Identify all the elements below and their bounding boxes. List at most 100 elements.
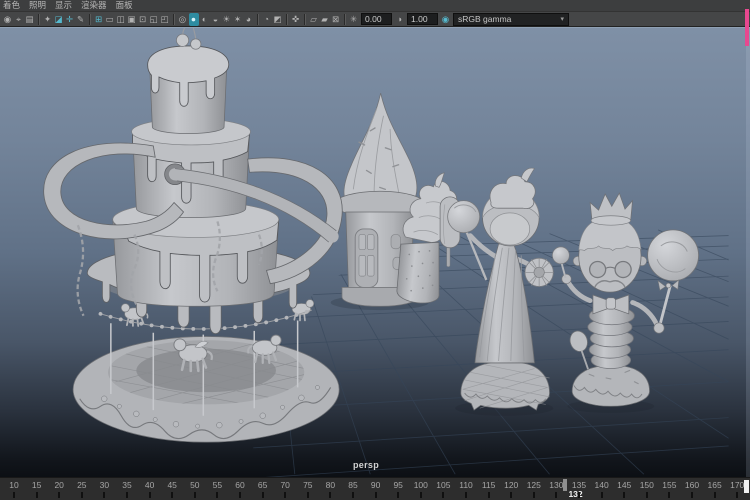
timeline-tick-mark	[171, 492, 173, 498]
wireframe-display-icon[interactable]: ◎	[178, 13, 188, 26]
timeline-tick-label: 65	[252, 480, 274, 490]
timeline-tick-mark	[284, 492, 286, 498]
image-frame-icon[interactable]: ⊠	[331, 13, 341, 26]
timeline-tick-label: 95	[387, 480, 409, 490]
shadows-icon[interactable]: ◕	[244, 13, 254, 26]
menu-show[interactable]: 显示	[55, 0, 72, 11]
gate-mask-icon[interactable]: ▣	[127, 13, 137, 26]
timeline-tick-mark	[13, 492, 15, 498]
menu-panels[interactable]: 面板	[116, 0, 133, 11]
timeline-tick-label: 140	[591, 480, 613, 490]
model-carousel-cake[interactable]	[44, 28, 343, 442]
timeline-tick-label: 130	[545, 480, 567, 490]
timeline-tick-label: 50	[184, 480, 206, 490]
timeline-tick-mark	[668, 492, 670, 498]
panel-edge-accent	[745, 9, 749, 46]
image-plane-icon[interactable]: ◪	[54, 13, 64, 26]
toolbar-separator	[304, 14, 305, 25]
isolate-select-icon[interactable]: ✜	[291, 13, 301, 26]
timeline-tick-mark	[307, 492, 309, 498]
gamma-field[interactable]: 1.00	[407, 13, 438, 25]
timeline-tick-label: 25	[71, 480, 93, 490]
menu-renderer[interactable]: 渲染器	[81, 0, 107, 11]
timeline-tick-mark	[329, 492, 331, 498]
timeline-tick-mark	[262, 492, 264, 498]
timeline-tick-mark	[646, 492, 648, 498]
timeline-tick-label: 170	[726, 480, 748, 490]
camera-name-label: persp	[353, 460, 379, 470]
maya-viewport-panel: 着色照明显示渲染器面板 ◉⌖▤✦◪✛✎⊞▭◫▣⊡◱◰◎●◐◒☀✶◕◔◩✜▱▰⊠✳…	[0, 0, 750, 500]
timeline-tick-mark	[691, 492, 693, 498]
timeline-tick-mark	[352, 492, 354, 498]
textured-display-icon[interactable]: ◐	[200, 13, 210, 26]
snapshot-icon[interactable]: ▱	[309, 13, 319, 26]
select-camera-icon[interactable]: ◉	[3, 13, 13, 26]
timeline-tick-label: 105	[432, 480, 454, 490]
view-transform-dropdown[interactable]: sRGB gamma ▾	[453, 13, 569, 26]
viewport-canvas	[0, 28, 750, 477]
film-gate-icon[interactable]: ▭	[105, 13, 115, 26]
occlusion-icon[interactable]: ◔	[262, 13, 272, 26]
toolbar-separator	[286, 14, 287, 25]
toolbar-separator	[173, 14, 174, 25]
default-light-icon[interactable]: ✶	[233, 13, 243, 26]
timeline-tick-mark	[736, 492, 738, 498]
timeline-tick-mark	[36, 492, 38, 498]
viewport-3d[interactable]: persp	[0, 27, 750, 477]
timeline-tick-label: 150	[636, 480, 658, 490]
timeline-tick-label: 20	[48, 480, 70, 490]
timeline-tick-label: 100	[410, 480, 432, 490]
motion-blur-icon[interactable]: ◩	[273, 13, 283, 26]
timeline-tick-mark	[194, 492, 196, 498]
color-management-icon[interactable]: ◉	[441, 13, 451, 26]
use-default-material-icon[interactable]: ◒	[211, 13, 221, 26]
menu-lighting[interactable]: 照明	[29, 0, 46, 11]
timeline-tick-label: 155	[658, 480, 680, 490]
gamma-icon[interactable]: ◑	[395, 13, 405, 26]
timeline-tick-mark	[578, 492, 580, 498]
timeline-tick-mark	[58, 492, 60, 498]
timeline-tick-mark	[375, 492, 377, 498]
timeline-tick-label: 75	[297, 480, 319, 490]
grease-pencil-icon[interactable]: ✎	[76, 13, 86, 26]
timeline-tick-mark	[239, 492, 241, 498]
timeline-tick-mark	[533, 492, 535, 498]
menu-shading[interactable]: 着色	[3, 0, 20, 11]
timeline-tick-label: 160	[681, 480, 703, 490]
panel-toolbar: ◉⌖▤✦◪✛✎⊞▭◫▣⊡◱◰◎●◐◒☀✶◕◔◩✜▱▰⊠✳ 0.00 ◑ 1.00…	[0, 11, 750, 27]
exposure-icon[interactable]: ✳	[349, 13, 359, 26]
all-lights-icon[interactable]: ☀	[222, 13, 232, 26]
timeline-tick-label: 15	[26, 480, 48, 490]
timeline-tick-mark	[216, 492, 218, 498]
bookmark-icon[interactable]: ✦	[43, 13, 53, 26]
timeline-tick-label: 70	[274, 480, 296, 490]
panel-menu-bar: 着色照明显示渲染器面板	[0, 0, 750, 11]
time-slider[interactable]: 132 101520253035404550556065707580859095…	[0, 477, 750, 500]
camera-attributes-icon[interactable]: ▤	[25, 13, 35, 26]
shaded-display-icon[interactable]: ●	[189, 13, 199, 26]
safe-action-icon[interactable]: ◱	[149, 13, 159, 26]
model-candy-king[interactable]	[552, 193, 698, 413]
timeline-tick-mark	[149, 492, 151, 498]
timeline-tick-label: 125	[523, 480, 545, 490]
lock-camera-icon[interactable]: ⌖	[14, 13, 24, 26]
field-chart-icon[interactable]: ⊡	[138, 13, 148, 26]
timeline-tick-label: 110	[455, 480, 477, 490]
safe-title-icon[interactable]: ◰	[160, 13, 170, 26]
copy-view-icon[interactable]: ▰	[320, 13, 330, 26]
timeline-tick-label: 165	[704, 480, 726, 490]
timeline-tick-label: 90	[365, 480, 387, 490]
timeline-tick-mark	[510, 492, 512, 498]
timeline-tick-mark	[465, 492, 467, 498]
panel-right-edge	[746, 27, 750, 477]
timeline-tick-mark	[488, 492, 490, 498]
timeline-tick-label: 145	[613, 480, 635, 490]
grid-toggle-icon[interactable]: ⊞	[94, 13, 104, 26]
exposure-field[interactable]: 0.00	[361, 13, 392, 25]
timeline-tick-label: 135	[568, 480, 590, 490]
resolution-gate-icon[interactable]: ◫	[116, 13, 126, 26]
timeline-tick-mark	[714, 492, 716, 498]
chevron-down-icon: ▾	[560, 14, 564, 25]
toolbar-separator	[38, 14, 39, 25]
two-d-pan-zoom-icon[interactable]: ✛	[65, 13, 75, 26]
